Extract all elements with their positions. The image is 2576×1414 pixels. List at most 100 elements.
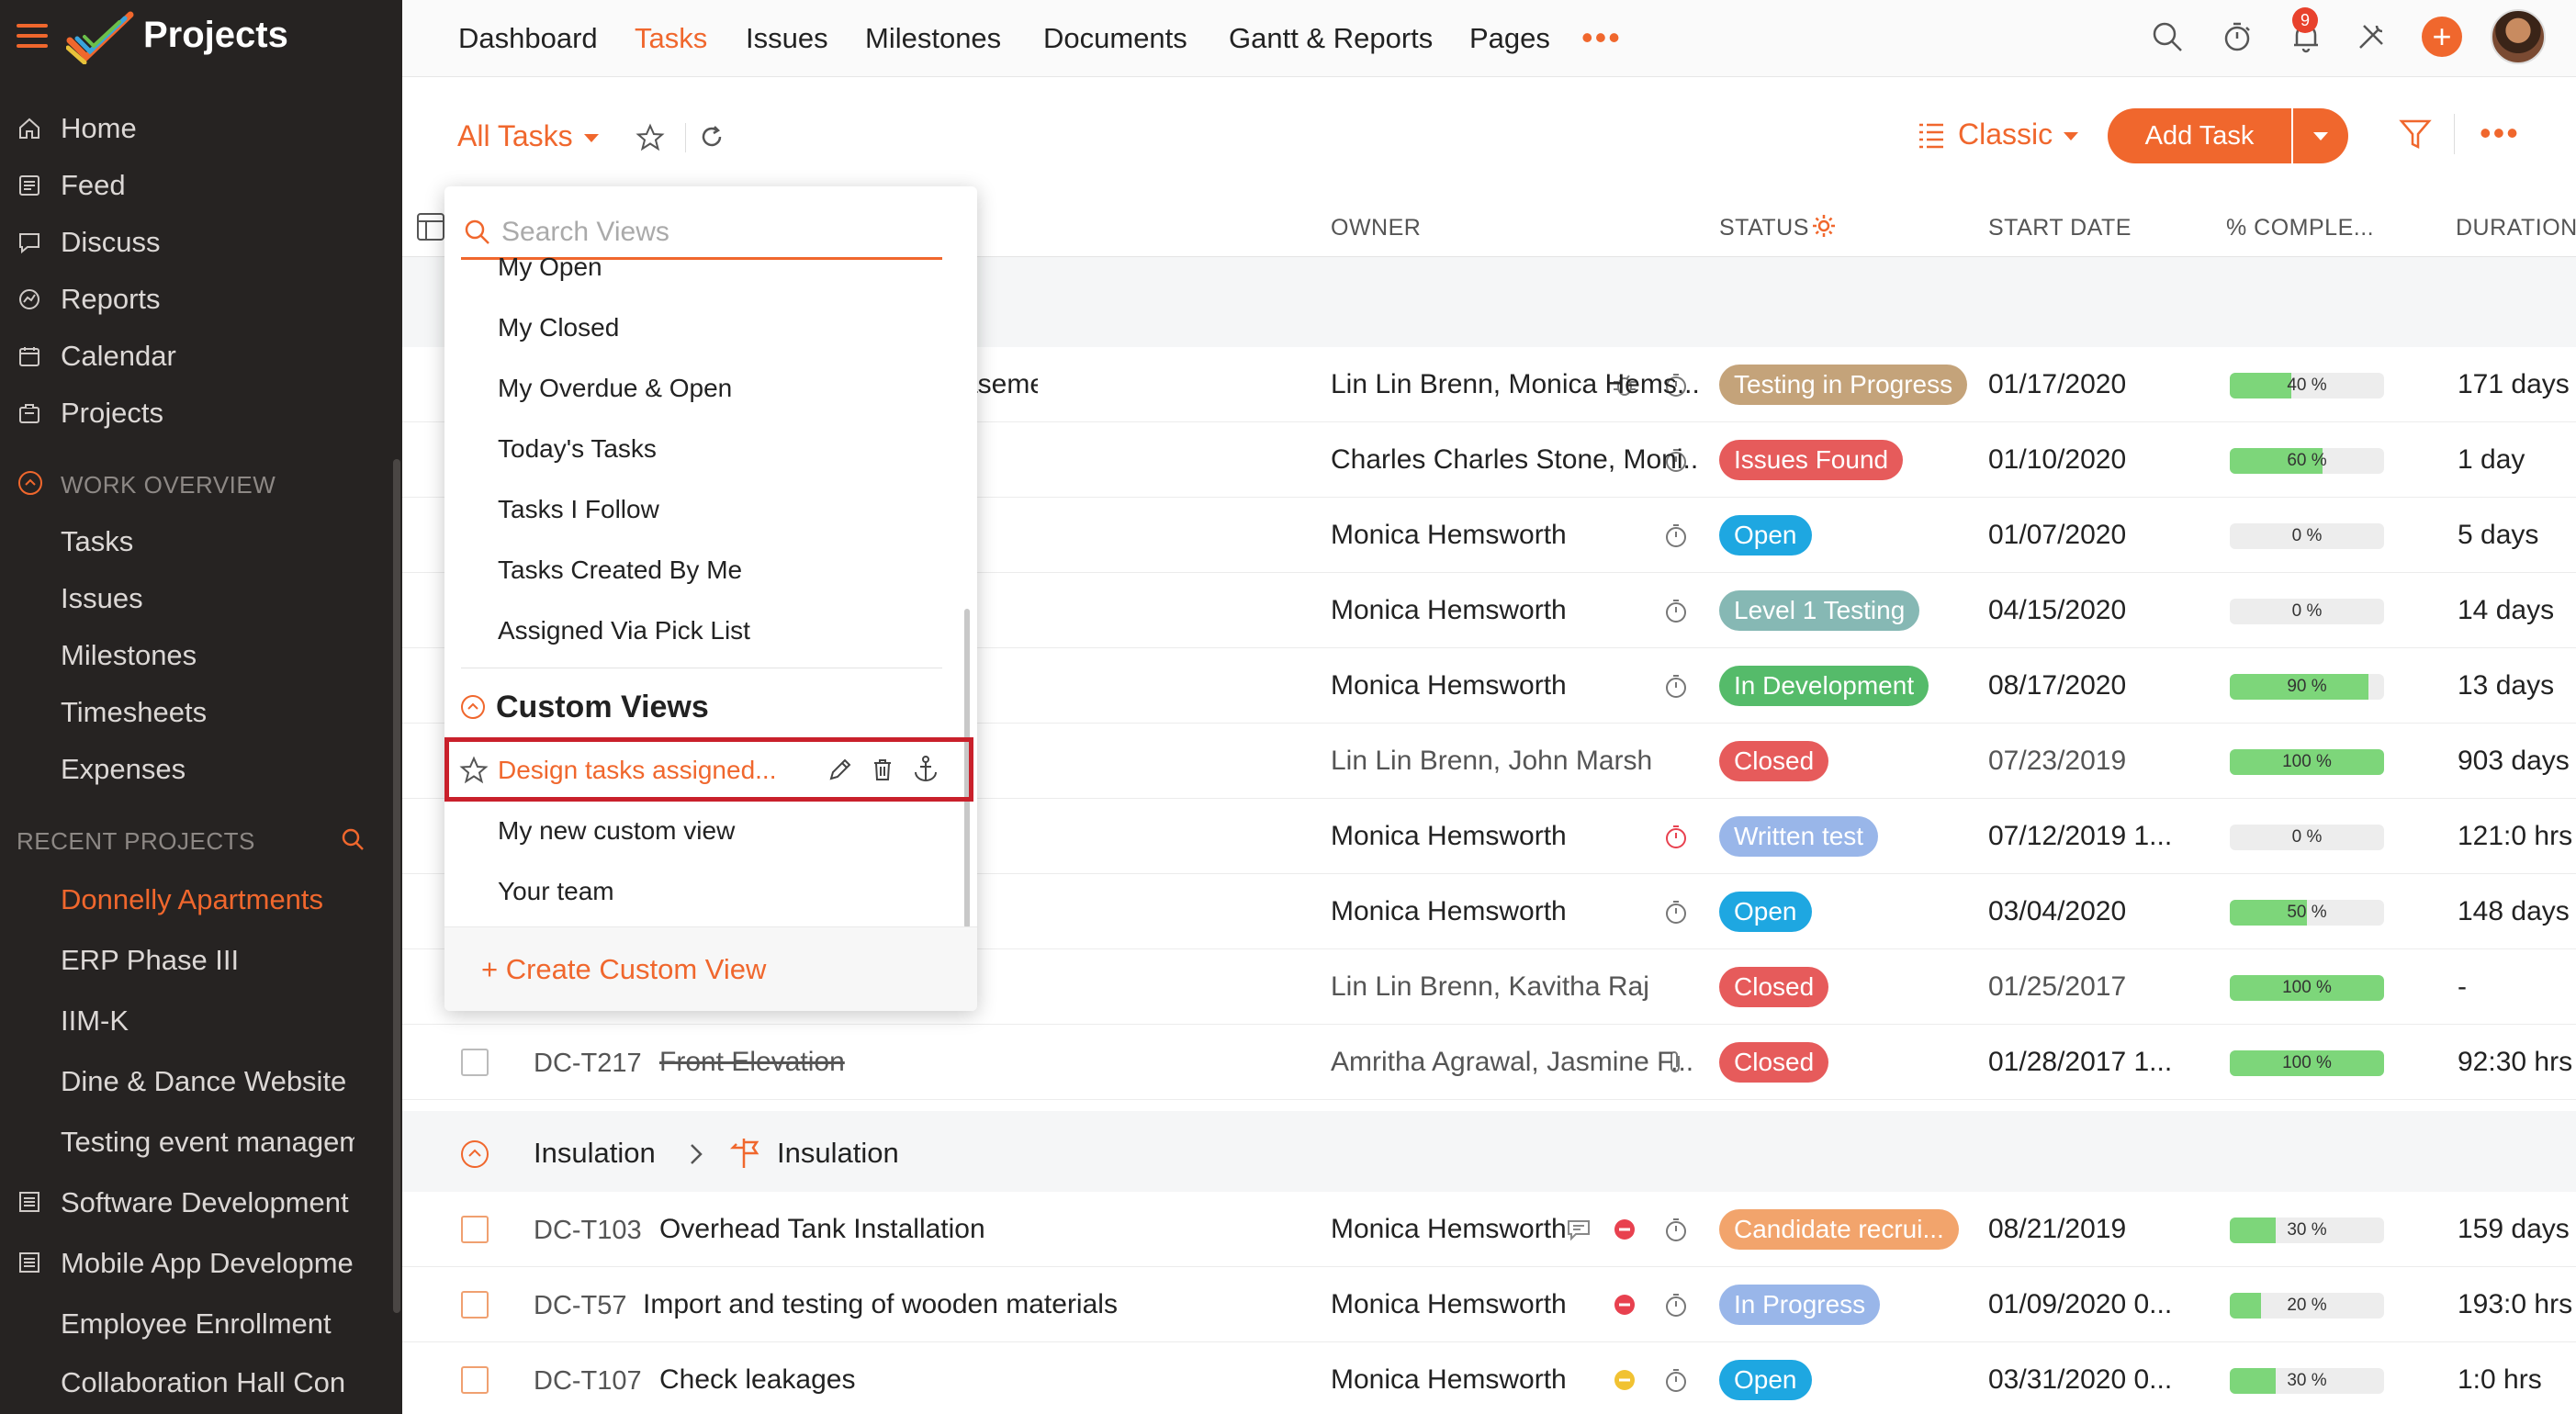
start-date[interactable]: 08/21/2019: [1988, 1214, 2126, 1245]
task-owner[interactable]: Monica Hemsworth: [1331, 896, 1698, 927]
status-badge[interactable]: Closed: [1719, 967, 1829, 1007]
custom-view-item[interactable]: Your team: [498, 877, 614, 906]
collapse-circle-icon[interactable]: [459, 1139, 490, 1170]
more-options-icon[interactable]: •••: [2480, 114, 2520, 152]
start-date[interactable]: 01/28/2017 1...: [1988, 1047, 2172, 1078]
duration[interactable]: 92:30 hrs: [2458, 1047, 2572, 1078]
start-date[interactable]: 01/10/2020: [1988, 444, 2126, 476]
task-name[interactable]: Check leakages: [659, 1364, 855, 1396]
duration[interactable]: 148 days: [2458, 896, 2570, 927]
tools-icon[interactable]: [2353, 18, 2390, 55]
start-date[interactable]: 04/15/2020: [1988, 595, 2126, 626]
sidebar-item-issues[interactable]: Issues: [61, 582, 143, 615]
recent-project-item[interactable]: Dine & Dance Website: [61, 1065, 354, 1098]
task-id[interactable]: DC-T57: [534, 1291, 627, 1321]
collapse-circle-icon[interactable]: [459, 693, 487, 721]
status-badge[interactable]: In Development: [1719, 666, 1929, 706]
task-owner[interactable]: Monica Hemsworth: [1331, 520, 1698, 551]
task-owner[interactable]: Monica Hemsworth: [1331, 670, 1698, 701]
column-duration[interactable]: DURATION: [2456, 215, 2576, 241]
custom-view-item[interactable]: My new custom view: [498, 816, 735, 846]
sidebar-item-projects[interactable]: Projects: [0, 387, 402, 439]
row-checkbox[interactable]: [461, 1049, 489, 1076]
recent-project-item[interactable]: Software Development: [61, 1186, 354, 1219]
table-row[interactable]: DC-T103 Overhead Tank Installation Monica …: [402, 1192, 2576, 1267]
task-name[interactable]: Front Elevation: [659, 1047, 845, 1078]
recent-project-item[interactable]: Mobile App Development: [61, 1247, 354, 1280]
view-item[interactable]: My Overdue & Open: [498, 374, 732, 403]
layout-selector[interactable]: Classic: [1958, 118, 2079, 152]
column-percent-complete[interactable]: % COMPLE...: [2226, 215, 2374, 241]
progress-bar[interactable]: 100 %: [2230, 749, 2384, 775]
task-id[interactable]: DC-T107: [534, 1366, 642, 1397]
nav-gantt-reports[interactable]: Gantt & Reports: [1229, 22, 1433, 55]
nav-tasks[interactable]: Tasks: [635, 22, 707, 55]
progress-bar[interactable]: 60 %: [2230, 448, 2384, 474]
view-item[interactable]: Tasks I Follow: [498, 495, 659, 524]
nav-pages[interactable]: Pages: [1469, 22, 1550, 55]
task-id[interactable]: DC-T103: [534, 1216, 642, 1246]
start-date[interactable]: 07/12/2019 1...: [1988, 821, 2172, 852]
search-icon[interactable]: [2149, 18, 2186, 55]
nav-milestones[interactable]: Milestones: [865, 22, 1001, 55]
progress-bar[interactable]: 0 %: [2230, 825, 2384, 850]
views-search-input[interactable]: [501, 214, 933, 251]
start-date[interactable]: 08/17/2020: [1988, 670, 2126, 701]
start-date[interactable]: 03/04/2020: [1988, 896, 2126, 927]
progress-bar[interactable]: 20 %: [2230, 1293, 2384, 1319]
view-item[interactable]: Tasks Created By Me: [498, 556, 742, 585]
progress-bar[interactable]: 0 %: [2230, 523, 2384, 549]
status-badge[interactable]: Issues Found: [1719, 440, 1904, 480]
progress-bar[interactable]: 0 %: [2230, 599, 2384, 624]
task-owner[interactable]: Lin Lin Brenn, Monica Hems...: [1331, 369, 1698, 400]
sidebar-item-calendar[interactable]: Calendar: [0, 331, 402, 382]
task-owner[interactable]: Amritha Agrawal, Jasmine F...: [1331, 1047, 1698, 1078]
sidebar-item-milestones[interactable]: Milestones: [61, 639, 197, 672]
task-owner[interactable]: Lin Lin Brenn, John Marsh: [1331, 746, 1698, 777]
duration[interactable]: 1 day: [2458, 444, 2525, 476]
status-settings-icon[interactable]: [1811, 213, 1837, 239]
sidebar-item-discuss[interactable]: Discuss: [0, 217, 402, 268]
task-name[interactable]: Overhead Tank Installation: [659, 1214, 985, 1245]
task-owner[interactable]: Lin Lin Brenn, Kavitha Raj: [1331, 971, 1698, 1003]
view-item[interactable]: My Open: [498, 252, 602, 282]
collapse-circle-icon[interactable]: [17, 469, 44, 497]
status-badge[interactable]: Candidate recrui...: [1719, 1209, 1959, 1250]
task-owner[interactable]: Monica Hemsworth: [1331, 1364, 1698, 1396]
duration[interactable]: 159 days: [2458, 1214, 2570, 1245]
task-id[interactable]: DC-T217: [534, 1049, 642, 1079]
task-owner[interactable]: Monica Hemsworth: [1331, 821, 1698, 852]
view-item[interactable]: Today's Tasks: [498, 434, 657, 464]
duration[interactable]: 1:0 hrs: [2458, 1364, 2542, 1396]
view-item[interactable]: Assigned Via Pick List: [498, 616, 750, 645]
column-start-date[interactable]: START DATE: [1988, 215, 2132, 241]
row-checkbox[interactable]: [461, 1291, 489, 1319]
status-badge[interactable]: Open: [1719, 515, 1812, 556]
task-name[interactable]: Import and testing of wooden materials: [643, 1289, 1118, 1320]
table-row[interactable]: DC-T217 Front Elevation Amritha Agrawal, J…: [402, 1025, 2576, 1100]
sidebar-scrollbar[interactable]: [393, 459, 400, 1313]
table-row[interactable]: DC-T57 Import and testing of wooden mater…: [402, 1267, 2576, 1342]
recent-project-item[interactable]: Donnelly Apartments: [61, 883, 354, 916]
nav-more-icon[interactable]: •••: [1581, 18, 1622, 57]
progress-bar[interactable]: 90 %: [2230, 674, 2384, 700]
start-date[interactable]: 01/07/2020: [1988, 520, 2126, 551]
column-settings-icon[interactable]: [415, 211, 446, 242]
start-date[interactable]: 07/23/2019: [1988, 746, 2126, 777]
progress-bar[interactable]: 100 %: [2230, 975, 2384, 1001]
duration[interactable]: -: [2458, 971, 2467, 1003]
filter-icon[interactable]: [2399, 118, 2432, 151]
table-row[interactable]: DC-T107 Check leakages Monica Hemsworth Ope…: [402, 1342, 2576, 1414]
column-owner[interactable]: OWNER: [1331, 215, 1421, 241]
start-date[interactable]: 01/17/2020: [1988, 369, 2126, 400]
duration[interactable]: 121:0 hrs: [2458, 821, 2572, 852]
progress-bar[interactable]: 40 %: [2230, 373, 2384, 398]
status-badge[interactable]: Written test: [1719, 816, 1879, 857]
status-badge[interactable]: Testing in Progress: [1719, 365, 1968, 405]
status-badge[interactable]: Open: [1719, 1360, 1812, 1400]
recent-project-item[interactable]: ERP Phase III: [61, 944, 354, 977]
duration[interactable]: 13 days: [2458, 670, 2554, 701]
sidebar-item-reports[interactable]: Reports: [0, 274, 402, 325]
nav-dashboard[interactable]: Dashboard: [458, 22, 598, 55]
nav-documents[interactable]: Documents: [1043, 22, 1187, 55]
